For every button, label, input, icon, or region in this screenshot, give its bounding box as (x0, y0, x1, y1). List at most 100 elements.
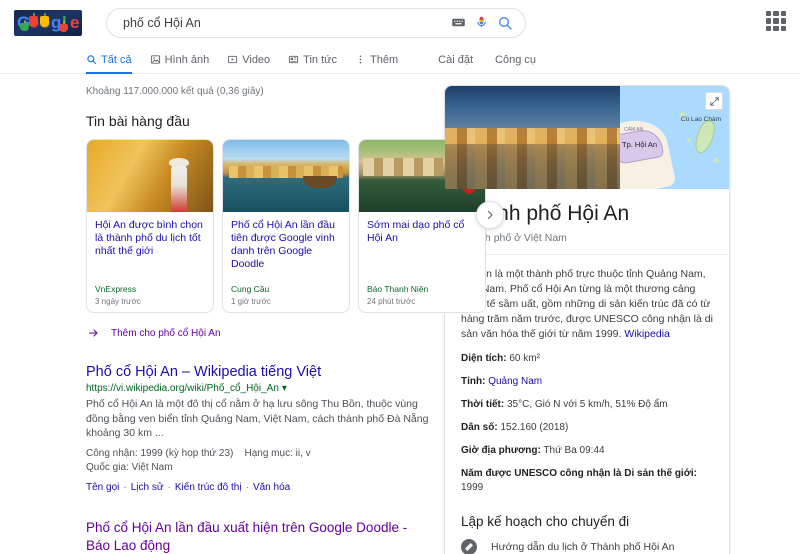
apps-dot (766, 11, 771, 16)
tab-all-label: Tất cả (101, 54, 132, 66)
result-url-row[interactable]: https://vi.wikipedia.org/wiki/Phố_cổ_Hội… (86, 383, 430, 394)
news-icon (288, 54, 299, 65)
more-for-link[interactable]: Thêm cho phố cổ Hội An (86, 327, 430, 339)
search-input[interactable] (123, 16, 443, 30)
microphone-icon[interactable] (474, 15, 489, 30)
kp-fact-key: Giờ địa phương: (461, 445, 541, 456)
results-column: Khoảng 117.000.000 kết quả (0,36 giây) T… (0, 82, 430, 554)
sitelink-separator: · (123, 482, 126, 493)
sitelink-separator: · (168, 482, 171, 493)
apps-dot (773, 26, 778, 31)
more-vertical-icon (355, 54, 366, 65)
kp-fact-key: Thời tiết: (461, 399, 504, 410)
video-icon (227, 54, 238, 65)
hero-photo[interactable] (445, 86, 620, 189)
news-timestamp: 1 giờ trước (231, 297, 341, 306)
result-stats: Khoảng 117.000.000 kết quả (0,36 giây) (86, 86, 430, 97)
news-timestamp: 3 ngày trước (95, 297, 205, 306)
travel-guide-link[interactable]: Hướng dẫn du lịch ở Thành phố Hội An (445, 529, 729, 554)
kp-fact-key: Dân số: (461, 422, 498, 433)
kp-facts-list: Diện tích: 60 km² Tỉnh: Quảng Nam Thời t… (445, 342, 729, 508)
map-label-city: Tp. Hội An (622, 140, 657, 149)
map-island (693, 118, 718, 155)
kp-fact-value: 1999 (461, 482, 483, 493)
search-icon (86, 54, 97, 65)
kp-fact: Diện tích: 60 km² (461, 352, 713, 366)
kp-fact-key: Năm được UNESCO công nhận là Di sản thế … (461, 468, 697, 479)
meta-value-0: 1999 (kỳ họp thứ 23) (141, 448, 234, 459)
apps-dot (781, 26, 786, 31)
sitelink[interactable]: Văn hóa (253, 482, 290, 493)
kp-fact-value: 35°C, Gió N với 5 km/h, 51% Độ ẩm (507, 399, 668, 410)
apps-dot (766, 26, 771, 31)
result-title[interactable]: Phố cổ Hội An lần đầu xuất hiện trên Goo… (86, 519, 430, 554)
result-title[interactable]: Phố cổ Hội An – Wikipedia tiếng Việt (86, 363, 430, 381)
sitelink[interactable]: Tên gọi (86, 482, 119, 493)
top-stories-title: Tin bài hàng đầu (86, 113, 430, 129)
search-nav-tabs: Tất cả Hình ảnh Video Tin tức Thêm Cài đ… (0, 45, 800, 74)
content-area: Khoảng 117.000.000 kết quả (0,36 giây) T… (0, 74, 800, 554)
map-label-region: CẨM AN (624, 127, 643, 133)
sitelink[interactable]: Lịch sử (131, 482, 164, 493)
kp-description: Hội An là một thành phố trực thuộc tỉnh … (445, 255, 729, 342)
kp-fact-key: Diện tích: (461, 353, 507, 364)
doodle-lantern-yellow (40, 16, 49, 27)
sitelink[interactable]: Kiến trúc đô thị (175, 482, 242, 493)
news-card[interactable]: Hội An được bình chọn là thành phố du lị… (86, 139, 214, 313)
news-card[interactable]: Phố cổ Hội An lần đầu tiên được Google v… (222, 139, 350, 313)
kp-subtitle: Thành phố ở Việt Nam (461, 232, 713, 244)
result-url: https://vi.wikipedia.org/wiki/Phố_cổ_Hội… (86, 383, 279, 394)
kp-fact-value-link[interactable]: Quảng Nam (488, 376, 542, 387)
tools-button[interactable]: Công cụ (495, 45, 536, 74)
news-source: VnExpress (95, 284, 205, 294)
organic-result: Phố cổ Hội An lần đầu xuất hiện trên Goo… (86, 519, 430, 554)
carousel-next-button[interactable] (476, 201, 504, 229)
kp-fact: Giờ địa phương: Thứ Ba 09:44 (461, 444, 713, 458)
tab-videos[interactable]: Video (227, 45, 270, 74)
tools-label: Công cụ (495, 54, 536, 66)
result-sitelinks: Tên gọi·Lịch sử·Kiến trúc đô thị·Văn hóa (86, 482, 430, 493)
expand-icon[interactable] (705, 92, 723, 110)
news-title: Phố cổ Hội An lần đầu tiên được Google v… (231, 219, 341, 271)
url-dropdown-caret[interactable]: ▾ (282, 383, 287, 394)
kp-fact-value: 152.160 (2018) (500, 422, 568, 433)
meta-key-1: Hạng mục: (245, 448, 293, 459)
knowledge-panel: Cù Lao Chàm Tp. Hội An CẨM AN Thành phố … (444, 85, 730, 554)
page-header: G o o g l e (0, 0, 800, 45)
search-submit-icon[interactable] (497, 15, 513, 31)
image-icon (150, 54, 161, 65)
kp-description-text: Hội An là một thành phố trực thuộc tỉnh … (461, 268, 713, 340)
result-snippet: Phố cổ Hội An là một đô thị cổ nằm ở hạ … (86, 397, 430, 441)
nav-right-group: Cài đặt Công cụ (416, 45, 800, 74)
kp-fact-value: 60 km² (509, 353, 540, 364)
tab-images-label: Hình ảnh (165, 54, 210, 66)
tab-all[interactable]: Tất cả (86, 45, 132, 74)
settings-label: Cài đặt (438, 54, 473, 66)
tab-news[interactable]: Tin tức (288, 45, 337, 74)
logo-letter-e: e (70, 13, 79, 33)
kp-description-source-link[interactable]: Wikipedia (624, 328, 670, 340)
organic-result: Phố cổ Hội An – Wikipedia tiếng Việt htt… (86, 363, 430, 493)
map-islet (687, 138, 691, 142)
top-stories-carousel: Hội An được bình chọn là thành phố du lị… (86, 139, 486, 313)
tab-images[interactable]: Hình ảnh (150, 45, 210, 74)
travel-guide-label: Hướng dẫn du lịch ở Thành phố Hội An (491, 541, 674, 553)
news-card-body: Sớm mai dạo phố cổ Hội An Báo Thanh Niên… (359, 212, 485, 312)
apps-grid-icon[interactable] (766, 11, 786, 31)
map-islet (714, 158, 719, 163)
meta-key-2: Quốc gia: (86, 462, 129, 473)
apps-dot (773, 18, 778, 23)
kp-fact-key: Tỉnh: (461, 376, 485, 387)
tab-news-label: Tin tức (303, 54, 337, 66)
apps-dot (781, 18, 786, 23)
news-source: Báo Thanh Niên (367, 284, 477, 294)
location-map[interactable]: Cù Lao Chàm Tp. Hội An CẨM AN (620, 86, 729, 189)
doodle-lantern-red (29, 16, 38, 27)
settings-button[interactable]: Cài đặt (438, 45, 473, 74)
apps-dot (766, 18, 771, 23)
keyboard-icon[interactable] (451, 15, 466, 30)
search-box[interactable] (106, 8, 526, 38)
tab-more[interactable]: Thêm (355, 45, 398, 74)
kp-fact: Tỉnh: Quảng Nam (461, 375, 713, 389)
google-doodle-logo[interactable]: G o o g l e (14, 10, 82, 36)
